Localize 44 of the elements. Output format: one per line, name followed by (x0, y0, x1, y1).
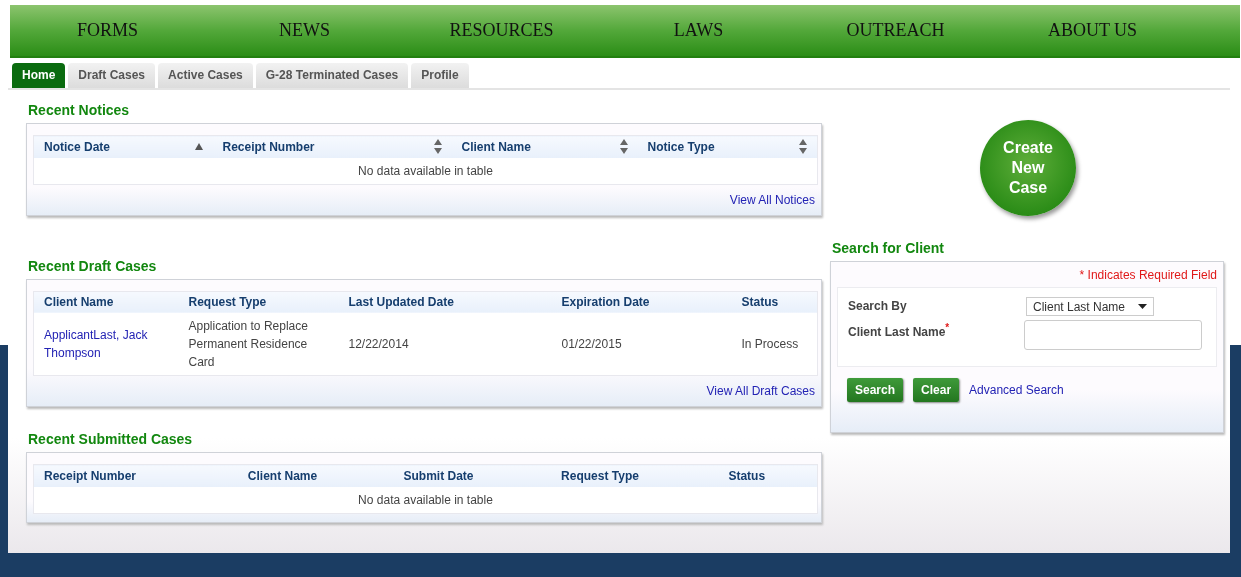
nav-link[interactable]: ABOUT US (1047, 20, 1138, 41)
view-all-link[interactable]: View All Draft Cases (706, 384, 815, 398)
tab[interactable]: Draft Cases (68, 63, 156, 88)
nav-link[interactable]: LAWS (673, 20, 724, 41)
empty-message: No data available in table (357, 162, 494, 180)
section-title: Recent Submitted Cases (28, 431, 194, 447)
advanced-search-link[interactable]: Advanced Search (969, 383, 1064, 397)
client-link[interactable]: ApplicantLast, Jack Thompson (44, 326, 169, 362)
field-label: Client Last Name$^{*}$ (848, 321, 951, 339)
nav-link[interactable]: NEWS (279, 20, 330, 41)
column-header: Status (728, 468, 766, 483)
column-header: Submit Date (403, 468, 474, 483)
tab[interactable]: G-28 Terminated Cases (255, 63, 409, 88)
column-header: Last Updated Date (348, 295, 454, 310)
view-all-link[interactable]: View All Notices (729, 192, 815, 207)
nav-link[interactable]: FORMS (77, 20, 138, 41)
nav-link[interactable]: RESOURCES (449, 20, 554, 41)
tab[interactable]: Home (12, 63, 66, 88)
caret-icon (1138, 304, 1147, 309)
table-cell-text: 01/22/2015 (561, 336, 623, 353)
tab[interactable]: Profile (411, 63, 469, 88)
column-header: Request Type (188, 295, 267, 310)
table-cell-text: Application to Replace Permanent Residence Card (188, 318, 309, 371)
clear-button[interactable]: Clear (913, 378, 960, 402)
table-cell-text: 12/22/2014 (348, 336, 410, 353)
section-title: Recent Draft Cases (28, 257, 158, 274)
field-label: Search By (848, 298, 908, 313)
column-header: Status (741, 295, 779, 310)
create-case-button[interactable]: Create New Case (980, 120, 1076, 216)
nav-link[interactable]: OUTREACH (846, 20, 945, 41)
column-header: Client Name (247, 468, 318, 483)
tab[interactable]: Active Cases (158, 63, 253, 88)
section-title: Recent Notices (28, 102, 131, 118)
column-header: Receipt Number (44, 468, 137, 483)
section-title: Search for Client (832, 240, 946, 256)
column-header: Expiration Date (561, 295, 650, 310)
empty-message: No data available in table (357, 491, 494, 509)
required-note: * Indicates Required Field (1078, 268, 1217, 283)
input-field[interactable] (1024, 320, 1202, 350)
column-header: Request Type (561, 468, 639, 483)
search-by-dropdown[interactable]: Client Last Name (1026, 297, 1154, 316)
search-button[interactable]: Search (847, 378, 904, 402)
column-header: Client Name (44, 295, 114, 310)
table-cell-text: In Process (741, 336, 800, 353)
